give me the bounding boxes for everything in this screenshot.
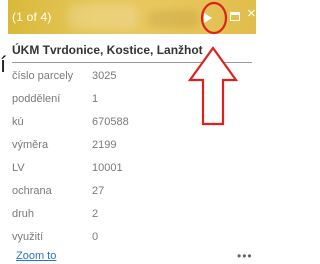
popup-header: (1 of 4) × [8,0,256,34]
header-texture [68,4,138,30]
zoom-to-link[interactable]: Zoom to [16,250,56,262]
attribute-value: 27 [92,185,105,197]
identify-popup: (1 of 4) × ÚKM Tvrdonice, Kostice, Lanžh… [8,0,256,264]
attribute-label: kú [12,116,24,128]
attribute-label: číslo parcely [12,70,74,82]
attribute-label: LV [12,162,25,174]
play-right-icon[interactable] [204,13,212,23]
attribute-label: výměra [12,139,49,151]
popup-screenshot: í (1 of 4) × ÚKM Tvrdonice, Kostice, Lan… [0,0,258,264]
attribute-value: 3025 [92,70,117,82]
title-divider [12,62,252,63]
attribute-value: 670588 [92,116,129,128]
attribute-value: 1 [92,93,99,105]
attribute-value: 2199 [92,139,117,151]
attribute-label: ochrana [12,185,52,197]
more-actions-button[interactable]: ••• [237,249,253,263]
attribute-value: 0 [92,231,99,243]
attribute-label: druh [12,208,35,220]
attribute-label: poddělení [12,93,61,105]
feature-pager: (1 of 4) [12,10,52,24]
dock-icon[interactable] [230,12,240,21]
attribute-label: využití [12,231,44,243]
popup-title: ÚKM Tvrdonice, Kostice, Lanžhot [12,43,203,57]
attribute-value: 2 [92,208,99,220]
close-icon[interactable]: × [247,6,256,21]
header-texture [148,10,198,28]
attribute-value: 10001 [92,162,123,174]
